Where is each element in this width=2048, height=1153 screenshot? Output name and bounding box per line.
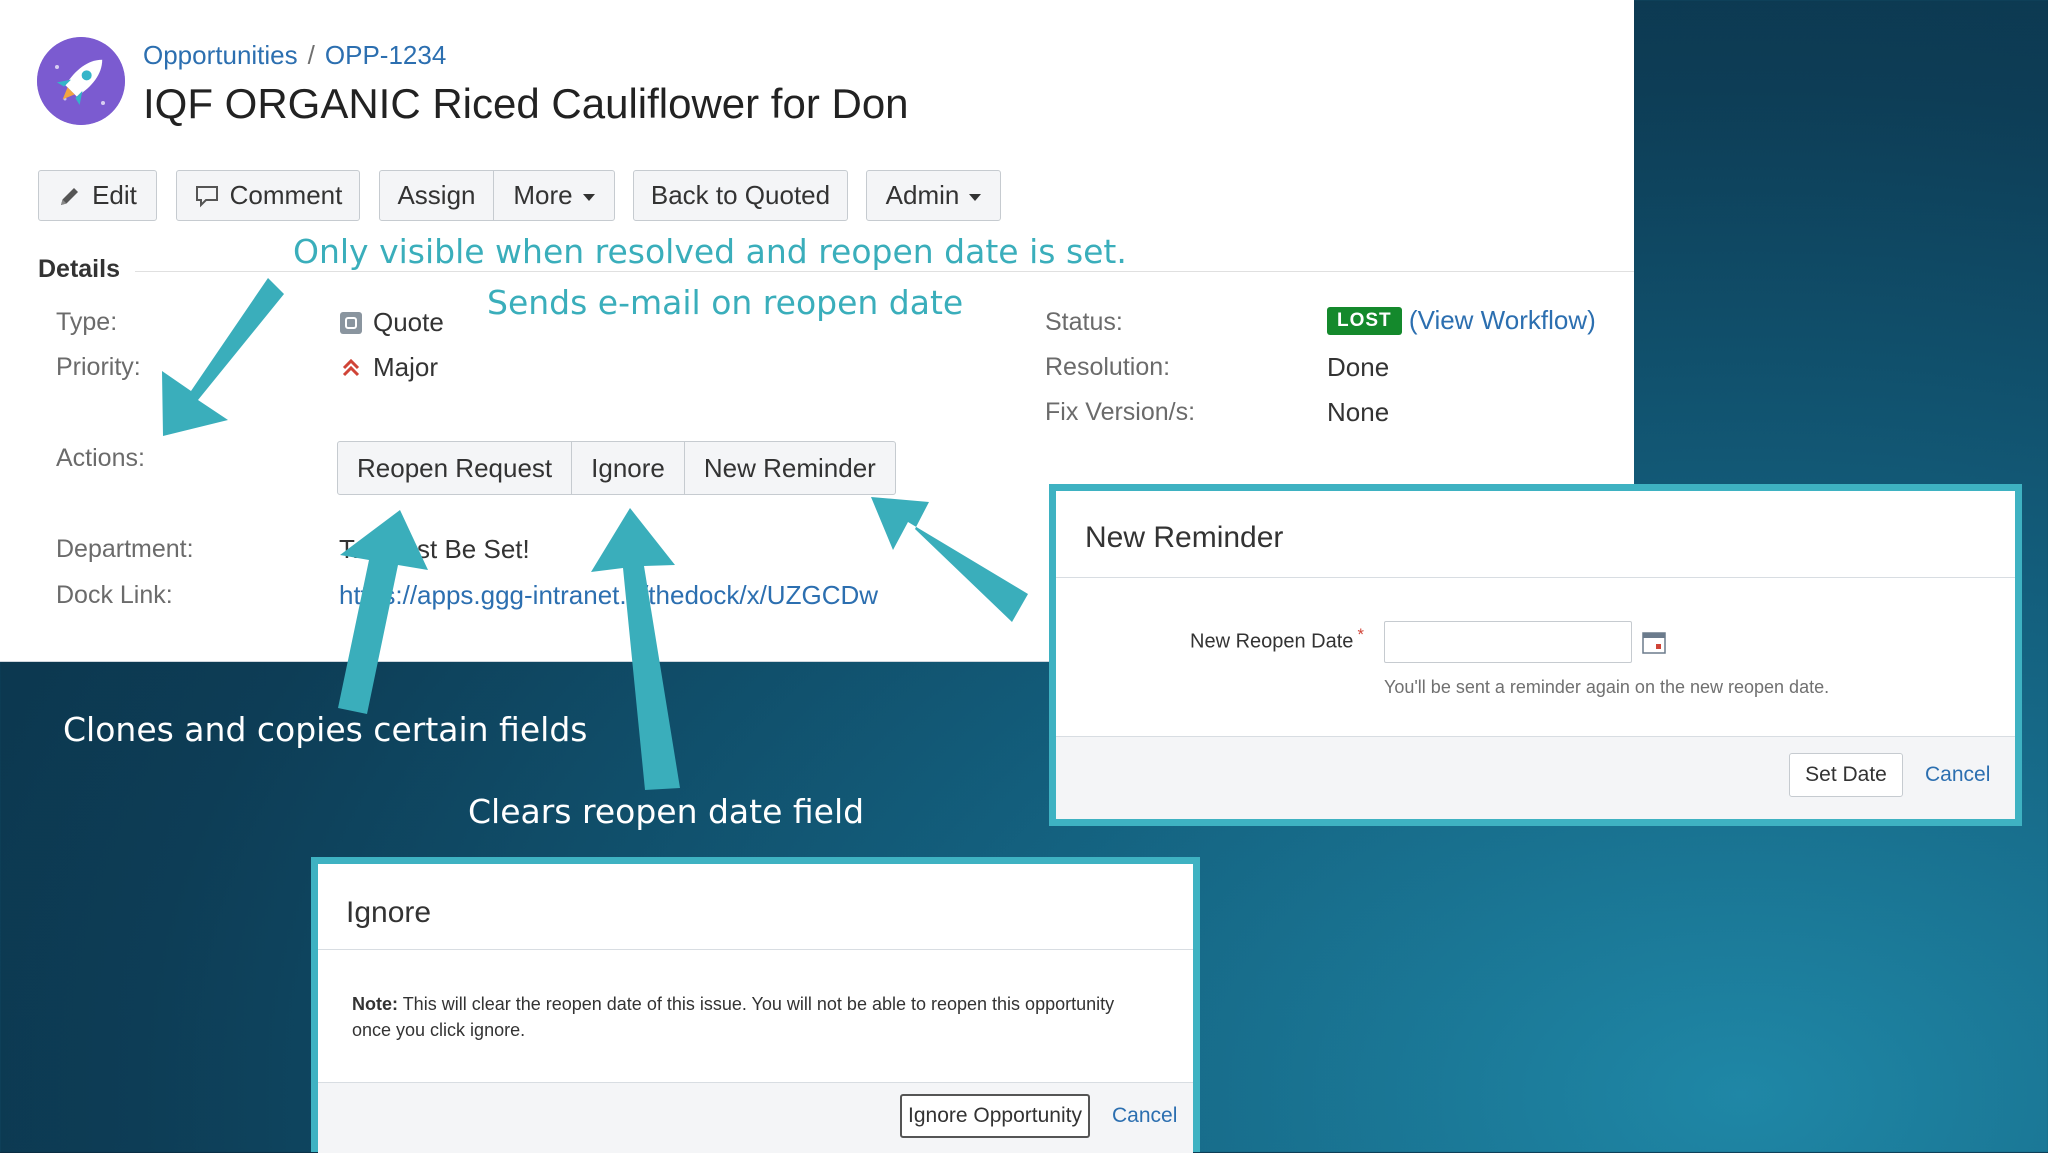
fix-version-label: Fix Version/s: — [1045, 398, 1196, 426]
comment-label: Comment — [229, 180, 343, 210]
edit-label: Edit — [92, 180, 137, 210]
major-priority-icon — [342, 358, 360, 376]
callout-clears-note: Clears reopen date field — [468, 792, 865, 831]
ignore-opportunity-button[interactable]: Ignore Opportunity — [900, 1094, 1090, 1138]
dock-link-label: Dock Link: — [56, 581, 173, 609]
dialog-footer: Set Date Cancel — [1056, 736, 2015, 819]
back-to-quoted-label: Back to Quoted — [650, 180, 831, 210]
type-text: Quote — [373, 307, 444, 337]
reopen-date-label-text: New Reopen Date — [1190, 630, 1354, 653]
details-divider — [135, 271, 1634, 272]
comment-icon — [195, 185, 218, 207]
dock-link[interactable]: https://apps.ggg-intranet.../thedock/x/U… — [339, 580, 878, 611]
type-label: Type: — [56, 308, 118, 336]
comment-button[interactable]: Comment — [176, 170, 360, 221]
department-value: T... Must Be Set! — [339, 534, 530, 564]
rocket-icon — [37, 37, 125, 125]
priority-value: Major — [339, 352, 438, 383]
more-label: More — [513, 180, 573, 210]
breadcrumb-separator: / — [307, 40, 315, 70]
page-title: IQF ORGANIC Riced Cauliflower for Don — [143, 80, 909, 127]
breadcrumb: Opportunities / OPP-1234 — [143, 40, 446, 71]
reopen-date-help: You'll be sent a reminder again on the n… — [1384, 677, 1830, 697]
status-value: LOST (View Workflow) — [1327, 305, 1596, 336]
dialog-header: Ignore — [318, 864, 1193, 950]
required-mark: * — [1357, 625, 1364, 644]
status-label: Status: — [1045, 308, 1123, 336]
issue-toolbar: Edit Comment Assign More Back to Quoted … — [0, 170, 1634, 223]
breadcrumb-issue-link[interactable]: OPP-1234 — [325, 40, 446, 70]
caret-down-icon — [969, 193, 982, 201]
department-label: Department: — [56, 535, 194, 563]
calendar-icon[interactable] — [1641, 629, 1667, 660]
callout-email-note: Sends e-mail on reopen date — [487, 283, 964, 322]
actions-button-group: Reopen Request Ignore New Reminder — [337, 441, 896, 495]
priority-label: Priority: — [56, 353, 141, 381]
admin-dropdown[interactable]: Admin — [866, 170, 1001, 221]
more-dropdown[interactable]: More — [493, 170, 615, 221]
resolution-label: Resolution: — [1045, 353, 1171, 381]
back-to-quoted-button[interactable]: Back to Quoted — [633, 170, 848, 221]
quote-type-icon — [340, 311, 362, 334]
note-label: Note: — [352, 994, 398, 1014]
ignore-dialog: Ignore Note: This will clear the reopen … — [311, 857, 1200, 1153]
set-date-button[interactable]: Set Date — [1789, 753, 1903, 797]
view-workflow-link[interactable]: View Workflow — [1418, 305, 1588, 335]
reopen-date-input[interactable] — [1384, 621, 1632, 663]
resolution-value: Done — [1327, 352, 1390, 382]
pencil-icon — [61, 187, 79, 205]
dialog-footer: Ignore Opportunity Cancel — [318, 1082, 1193, 1153]
note-text: This will clear the reopen date of this … — [352, 994, 1115, 1040]
callout-visible-note: Only visible when resolved and reopen da… — [293, 232, 1127, 271]
caret-down-icon — [582, 193, 595, 201]
status-lozenge: LOST — [1327, 307, 1402, 335]
breadcrumb-project-link[interactable]: Opportunities — [143, 40, 298, 70]
reopen-request-button[interactable]: Reopen Request — [338, 442, 573, 494]
type-value: Quote — [339, 307, 444, 338]
edit-button[interactable]: Edit — [38, 170, 157, 221]
reopen-date-label: New Reopen Date * — [1190, 625, 1364, 654]
callout-clones-note: Clones and copies certain fields — [63, 710, 588, 749]
cancel-link[interactable]: Cancel — [1925, 763, 1990, 787]
assign-button[interactable]: Assign — [379, 170, 494, 221]
dialog-title: Ignore — [346, 896, 432, 929]
admin-label: Admin — [885, 180, 960, 210]
new-reminder-dialog: New Reminder New Reopen Date * You'll be … — [1049, 484, 2022, 826]
ignore-note: Note: This will clear the reopen date of… — [352, 991, 1152, 1043]
dialog-header: New Reminder — [1056, 491, 2015, 578]
priority-text: Major — [373, 352, 439, 382]
cancel-link[interactable]: Cancel — [1112, 1104, 1177, 1128]
new-reminder-button[interactable]: New Reminder — [685, 442, 895, 494]
details-heading: Details — [38, 255, 120, 283]
dialog-title: New Reminder — [1085, 521, 1284, 554]
fix-version-value: None — [1327, 397, 1390, 427]
actions-label: Actions: — [56, 444, 145, 472]
assign-label: Assign — [397, 180, 476, 210]
ignore-button[interactable]: Ignore — [572, 442, 685, 494]
